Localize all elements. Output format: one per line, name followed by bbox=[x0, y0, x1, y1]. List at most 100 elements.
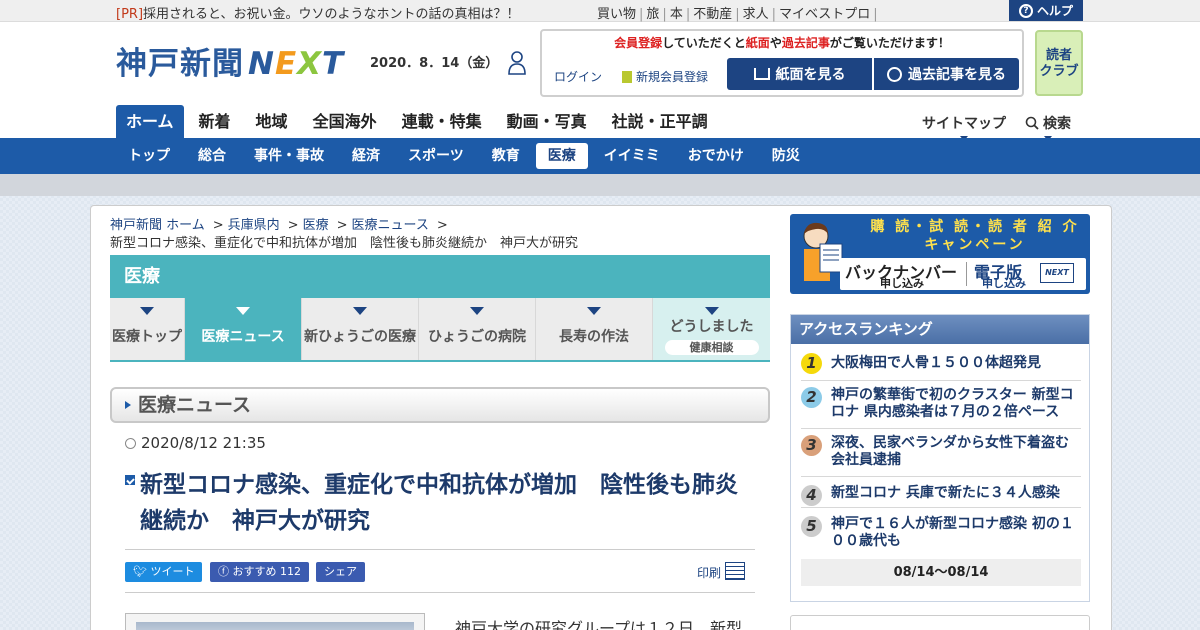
breadcrumb-medical-news[interactable]: 医療ニュース bbox=[352, 218, 429, 233]
util-link-jobs[interactable]: 求人 bbox=[743, 3, 769, 22]
breadcrumb-medical[interactable]: 医療 bbox=[303, 218, 329, 233]
ranking-period: 08/14～08/14 bbox=[801, 559, 1081, 586]
article-lead: 神戸大学の研究グループは１２日、新型 bbox=[455, 619, 743, 630]
tab-longevity[interactable]: 長寿の作法 bbox=[536, 298, 653, 360]
util-link-shopping[interactable]: 買い物 bbox=[597, 3, 636, 22]
subnav-general[interactable]: 総合 bbox=[186, 143, 238, 169]
clock-icon bbox=[887, 66, 902, 82]
nav-home[interactable]: ホーム bbox=[116, 105, 184, 138]
rank-badge: 3 bbox=[801, 435, 822, 456]
past-articles-button[interactable]: 過去記事を見る bbox=[874, 58, 1019, 90]
breadcrumb: 神戸新聞 ホーム > 兵庫県内 > 医療 > 医療ニュース > bbox=[110, 218, 448, 233]
subnav-medical[interactable]: 医療 bbox=[535, 143, 588, 169]
chevron-down-icon bbox=[587, 307, 601, 315]
readers-club-button[interactable]: 読者 クラブ bbox=[1035, 30, 1083, 96]
site-logo[interactable]: 神戸新聞 NEXT bbox=[116, 38, 344, 83]
tab-health-consult[interactable]: どうしました 健康相談 bbox=[653, 298, 770, 360]
chevron-down-icon bbox=[140, 307, 154, 315]
nav-latest[interactable]: 新着 bbox=[189, 105, 241, 138]
search-label: 検索 bbox=[1043, 116, 1071, 132]
breadcrumb-current: 新型コロナ感染、重症化で中和抗体が増加 陰性後も肺炎継続か 神戸大が研究 bbox=[110, 236, 579, 251]
current-date: 2020．8．14（金） bbox=[370, 56, 499, 71]
club-line1: 読者 bbox=[1045, 48, 1072, 63]
subnav-sports[interactable]: スポーツ bbox=[396, 143, 476, 169]
print-icon[interactable] bbox=[725, 562, 745, 580]
nav-series[interactable]: 連載・特集 bbox=[392, 105, 492, 138]
print-link[interactable]: 印刷 bbox=[697, 564, 721, 581]
subnav-disaster[interactable]: 防災 bbox=[760, 143, 812, 169]
register-link[interactable]: 新規会員登録 bbox=[622, 68, 708, 85]
logo-next-e: E bbox=[274, 46, 298, 82]
mascot-girl-icon bbox=[803, 222, 843, 281]
chevron-down-icon bbox=[353, 307, 367, 315]
logo-next-x: X bbox=[297, 46, 323, 82]
book-icon bbox=[753, 68, 770, 80]
tab-hyogo-hospitals[interactable]: ひょうごの病院 bbox=[419, 298, 536, 360]
nav-national[interactable]: 全国海外 bbox=[303, 105, 387, 138]
chevron-down-icon bbox=[470, 307, 484, 315]
checkbox-icon bbox=[125, 475, 135, 485]
tab-medical-news[interactable]: 医療ニュース bbox=[185, 298, 302, 360]
banner-options: バックナンバー 申し込み 電子版 申し込み NEXT bbox=[840, 258, 1086, 290]
facebook-recommend-button[interactable]: ⓕ おすすめ 112 bbox=[210, 562, 309, 582]
clock-icon bbox=[125, 438, 136, 449]
article-title: 新型コロナ感染、重症化で中和抗体が増加 陰性後も肺炎継続か 神戸大が研究 bbox=[140, 472, 738, 534]
arrow-right-icon bbox=[125, 401, 131, 409]
util-link-mybestpro[interactable]: マイベストプロ bbox=[779, 3, 870, 22]
logo-next-n: N bbox=[248, 46, 275, 82]
util-link-travel[interactable]: 旅 bbox=[646, 3, 659, 22]
help-button[interactable]: ? ヘルプ bbox=[1009, 0, 1083, 21]
sidebar-box bbox=[790, 615, 1090, 630]
chevron-down-icon bbox=[704, 307, 719, 315]
subnav-economy[interactable]: 経済 bbox=[340, 143, 392, 169]
sitemap-link[interactable]: サイトマップ bbox=[922, 113, 1006, 141]
user-icon bbox=[508, 51, 526, 75]
ranking-item[interactable]: 5 神戸で１６人が新型コロナ感染 初の１００歳代も bbox=[801, 514, 1081, 554]
nav-region[interactable]: 地域 bbox=[246, 105, 298, 138]
subnav-outing[interactable]: おでかけ bbox=[676, 143, 756, 169]
nav-video[interactable]: 動画・写真 bbox=[497, 105, 597, 138]
rank-badge: 5 bbox=[801, 516, 822, 537]
breadcrumb-home[interactable]: 神戸新聞 ホーム bbox=[110, 218, 205, 233]
twitter-icon: 🐦︎ bbox=[133, 565, 151, 578]
rank-badge: 1 bbox=[801, 353, 822, 374]
subscription-campaign-banner[interactable]: 購 読・試 読・読 者 紹 介キャンペーン バックナンバー 申し込み 電子版 申… bbox=[790, 214, 1090, 294]
view-paper-button[interactable]: 紙面を見る bbox=[727, 58, 872, 90]
sitemap-label: サイトマップ bbox=[922, 116, 1006, 132]
ranking-item[interactable]: 2 神戸の繁華街で初のクラスター 新型コロナ 県内感染者は７月の２倍ペース bbox=[801, 386, 1081, 429]
utility-links: 買い物 | 旅 | 本 | 不動産 | 求人 | マイベストプロ | bbox=[597, 3, 881, 22]
divider bbox=[125, 592, 755, 593]
top-utility-bar: [PR]採用されると、お祝い金。ウソのようなホントの話の真相は？！ 買い物 | 旅 |… bbox=[0, 0, 1200, 22]
ranking-title: アクセスランキング bbox=[791, 315, 1089, 344]
member-message: 会員登録していただくと紙面や過去記事がご覧いただけます！ bbox=[614, 36, 950, 50]
subnav-education[interactable]: 教育 bbox=[480, 143, 532, 169]
nav-editorial[interactable]: 社説・正平調 bbox=[602, 105, 718, 138]
article-photo[interactable] bbox=[125, 613, 425, 630]
subnav-iimimi[interactable]: イイミミ bbox=[592, 143, 672, 169]
login-link[interactable]: ログイン bbox=[554, 68, 602, 85]
sub-nav: トップ 総合 事件・事故 経済 スポーツ 教育 医療 イイミミ おでかけ 防災 bbox=[0, 138, 1200, 174]
ranking-item[interactable]: 4 新型コロナ 兵庫で新たに３４人感染 bbox=[801, 483, 1081, 508]
view-paper-label: 紙面を見る bbox=[775, 67, 846, 83]
register-label: 新規会員登録 bbox=[636, 70, 709, 84]
ranking-item[interactable]: 3 深夜、民家ベランダから女性下着盗む 会社員逮捕 bbox=[801, 434, 1081, 477]
pr-link[interactable]: [PR]採用されると、お祝い金。ウソのようなホントの話の真相は？！ bbox=[116, 3, 520, 22]
pr-text: 採用されると、お祝い金。ウソのようなホントの話の真相は？！ bbox=[143, 7, 520, 22]
ranking-item-title: 大阪梅田で人骨１５００体超発見 bbox=[831, 355, 1041, 371]
help-icon: ? bbox=[1018, 3, 1033, 18]
divider bbox=[125, 549, 755, 550]
subnav-incidents[interactable]: 事件・事故 bbox=[242, 143, 336, 169]
tweet-button[interactable]: 🐦︎ ツイート bbox=[125, 562, 203, 582]
club-line2: クラブ bbox=[1039, 64, 1079, 79]
share-button[interactable]: シェア bbox=[316, 562, 365, 582]
tab-new-hyogo-medical[interactable]: 新ひょうごの医療 bbox=[302, 298, 419, 360]
breadcrumb-hyogo[interactable]: 兵庫県内 bbox=[228, 218, 280, 233]
main-nav: ホーム 新着 地域 全国海外 連載・特集 動画・写真 社説・正平調 bbox=[116, 105, 723, 138]
ranking-item[interactable]: 1 大阪梅田で人骨１５００体超発見 bbox=[801, 352, 1081, 381]
util-link-realestate[interactable]: 不動産 bbox=[693, 3, 732, 22]
subnav-top[interactable]: トップ bbox=[116, 143, 182, 169]
search-link[interactable]: 検索 bbox=[1025, 113, 1071, 141]
util-link-books[interactable]: 本 bbox=[670, 3, 683, 22]
tab-medical-top[interactable]: 医療トップ bbox=[110, 298, 185, 360]
pr-tag: [PR] bbox=[116, 7, 144, 22]
